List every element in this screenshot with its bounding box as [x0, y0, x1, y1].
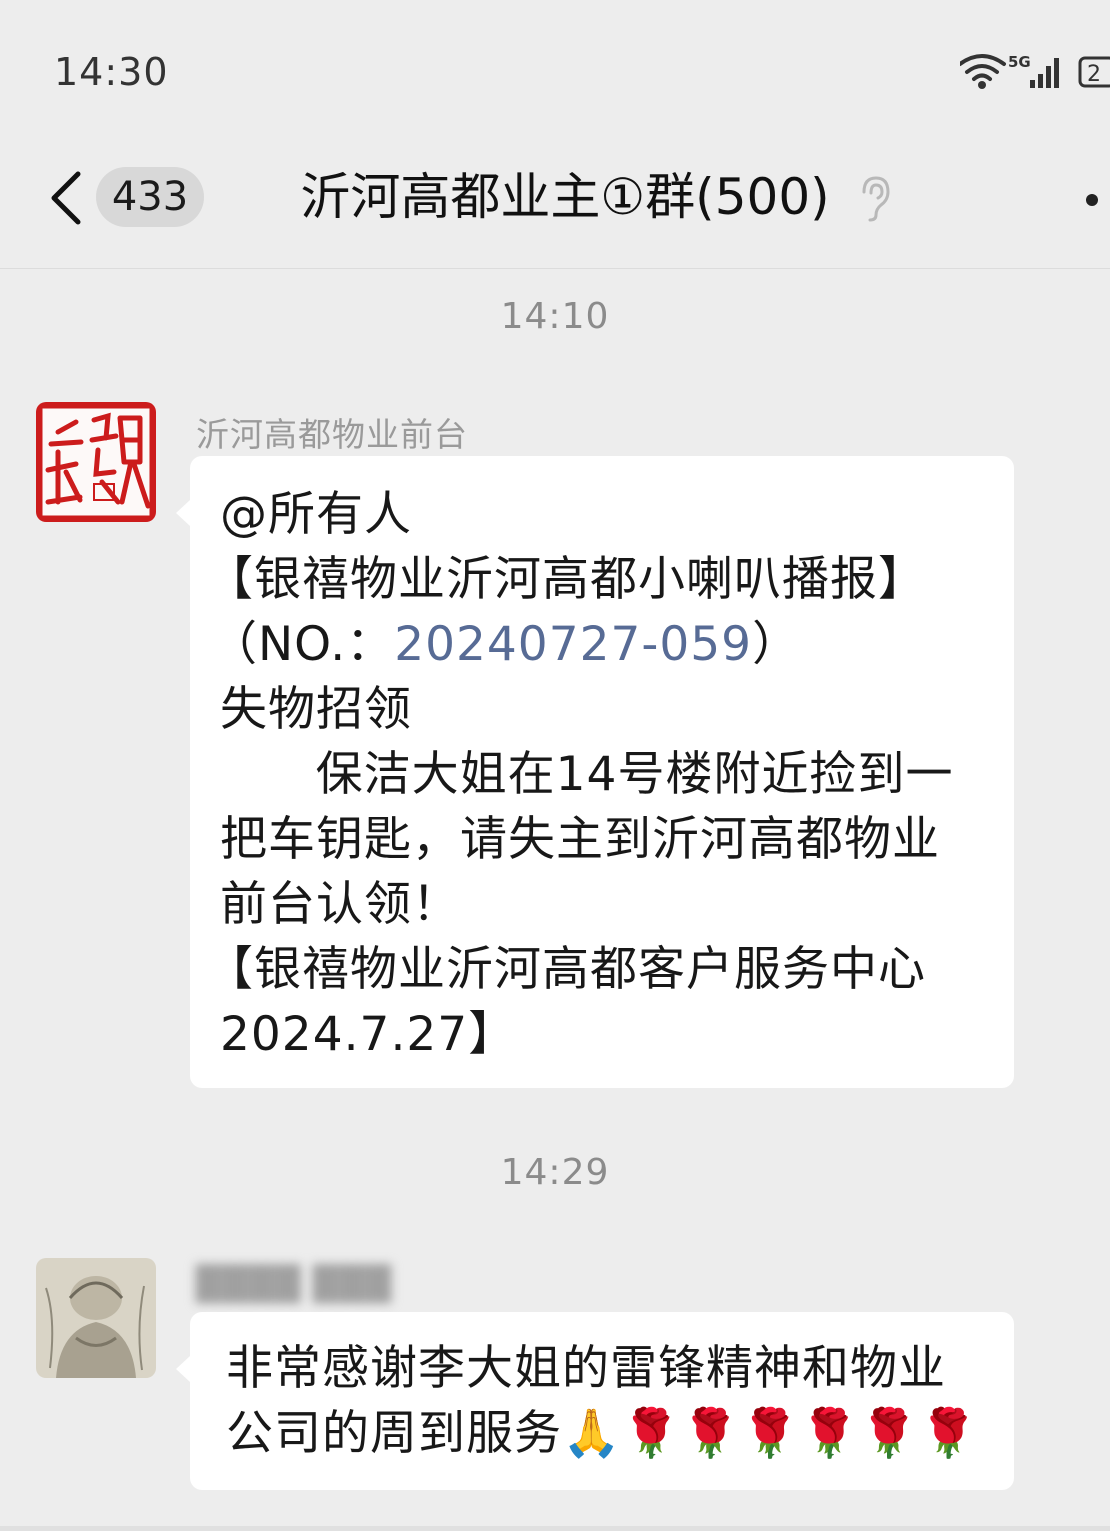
status-bar: 14:30 5G 2 — [0, 0, 1110, 140]
message-line: 非常感谢李大姐的雷锋精神和物业 — [226, 1341, 946, 1396]
message-line: 【银禧物业沂河高都客户服务中心 — [206, 942, 926, 997]
message-line: 【银禧物业沂河高都小喇叭播报】 — [206, 552, 926, 607]
message-timestamp: 14:29 — [500, 1152, 610, 1193]
input-area-edge — [0, 1526, 1110, 1531]
message-line: 2024.7.27】 — [220, 1007, 517, 1062]
sender-avatar[interactable] — [36, 1258, 156, 1378]
ref-suffix: ） — [752, 617, 801, 672]
more-options-icon[interactable] — [1086, 194, 1098, 206]
message-ref-line: （NO.：20240727-059） — [210, 612, 994, 677]
sender-avatar[interactable] — [36, 402, 156, 522]
sender-name: 沂河高都物业前台 — [196, 415, 468, 454]
message-line: 公司的周到服务🙏🌹🌹🌹🌹🌹🌹 — [226, 1406, 979, 1461]
message-timestamp: 14:10 — [500, 296, 610, 337]
status-icons: 5G 2 — [958, 50, 1110, 90]
wifi-icon — [958, 54, 1006, 81]
wifi-signal-battery-icons: 5G 2 — [958, 53, 1110, 89]
battery-level-label: 2 — [1087, 62, 1101, 87]
ref-prefix: （NO.： — [210, 617, 395, 672]
cell-signal-icon — [1030, 58, 1059, 88]
ref-number-link[interactable]: 20240727-059 — [394, 617, 752, 672]
message-bubble[interactable]: 非常感谢李大姐的雷锋精神和物业 公司的周到服务🙏🌹🌹🌹🌹🌹🌹 — [176, 1312, 1014, 1490]
message-line: @所有人 — [220, 487, 412, 542]
ear-speaker-icon — [862, 176, 890, 222]
message-line: 保洁大姐在14号楼附近捡到一 — [220, 747, 954, 802]
message-bubble[interactable]: @所有人 【银禧物业沂河高都小喇叭播报】 （NO.：20240727-059） … — [176, 456, 1014, 1088]
seal-logo-icon — [36, 402, 156, 522]
portrait-avatar-icon — [36, 1258, 156, 1378]
message-line: 把车钥匙，请失主到沂河高都物业 — [220, 812, 940, 867]
back-arrow-icon[interactable] — [46, 170, 86, 226]
chat-title: 沂河高都业主①群(500) — [300, 168, 830, 226]
message-line: 前台认领！ — [220, 877, 460, 932]
chat-header: 433 沂河高都业主①群(500) — [0, 140, 1110, 269]
unread-count-badge[interactable]: 433 — [96, 167, 204, 227]
network-type-label: 5G — [1008, 53, 1031, 71]
sender-name-blurred: ████ ███ — [196, 1264, 393, 1303]
status-time: 14:30 — [54, 50, 169, 94]
message-line: 失物招领 — [220, 682, 412, 737]
